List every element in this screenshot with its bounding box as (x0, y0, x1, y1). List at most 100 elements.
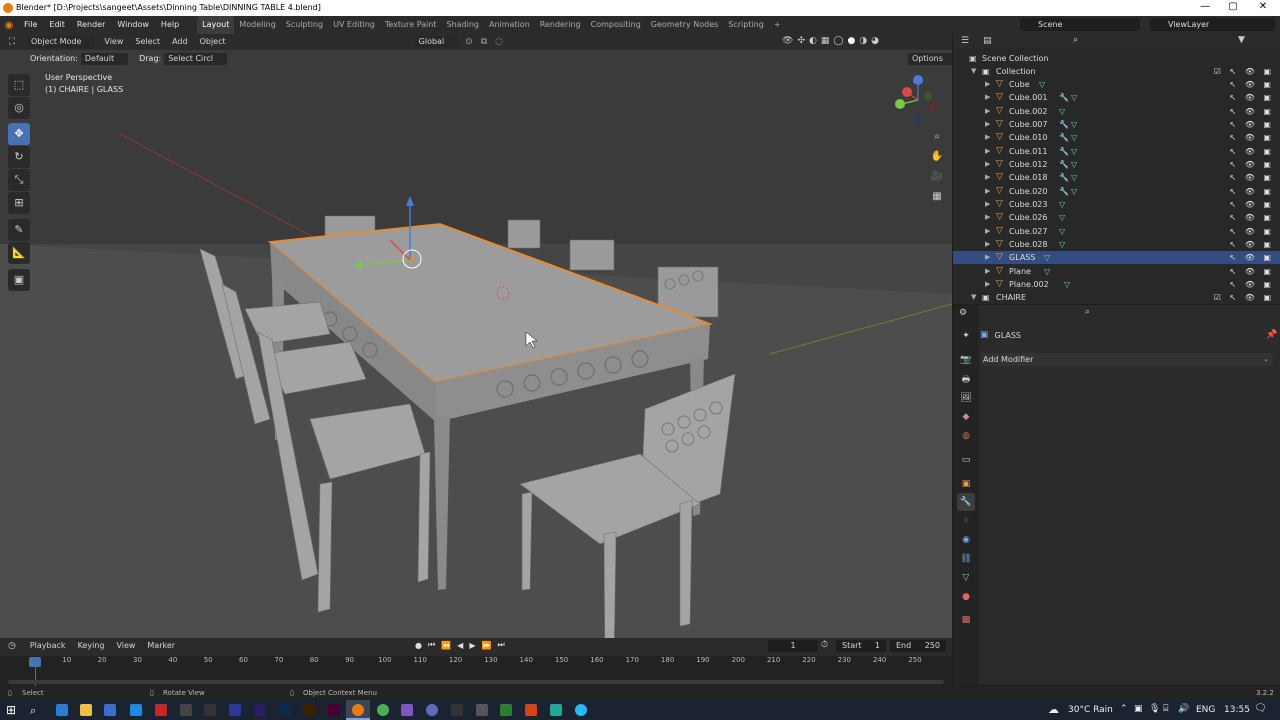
play-icon[interactable]: ▶ (469, 641, 475, 650)
visibility-toggle-icons[interactable]: ↖ 👁 ▣ (1229, 171, 1274, 184)
outliner-search-icon[interactable]: ⌕ (1073, 35, 1078, 45)
collection-expand-icon[interactable]: ▼ (971, 65, 976, 78)
tab-sculpting[interactable]: Sculpting (281, 16, 328, 34)
mesh-data-icon[interactable]: ▽ (1064, 278, 1070, 291)
visibility-toggle-icons[interactable]: ↖ 👁 ▣ (1229, 211, 1274, 224)
outliner-object-name[interactable]: Cube.012 (1009, 158, 1047, 171)
outliner-object-row[interactable]: ▶ ▽ Cube.020 🔧 ▽ ↖ 👁 ▣ (953, 185, 1280, 198)
outliner-object-name[interactable]: Cube.020 (1009, 185, 1047, 198)
visibility-toggle-icons[interactable]: ↖ 👁 ▣ (1229, 131, 1274, 144)
outliner-object-row[interactable]: ▶ ▽ Cube.028 ▽ ↖ 👁 ▣ (953, 238, 1280, 251)
output-tab-icon[interactable]: 🖶 (957, 371, 975, 389)
expand-arrow-icon[interactable]: ▶ (985, 251, 990, 264)
timeline-scrubber[interactable]: 1102030405060708090100110120130140150160… (0, 656, 952, 686)
visibility-toggle-icons[interactable]: ↖ 👁 ▣ (1229, 105, 1274, 118)
start-button-icon[interactable]: ⊞ (6, 703, 16, 717)
gizmo-toggle-icon[interactable]: ✣ (797, 36, 805, 46)
visibility-toggle-icons[interactable]: ↖ 👁 ▣ (1229, 145, 1274, 158)
app-icon-cut[interactable] (451, 704, 463, 716)
outliner-object-name[interactable]: Plane (1009, 265, 1031, 278)
visibility-toggle-icons[interactable]: ↖ 👁 ▣ (1229, 251, 1274, 264)
object-tab-icon[interactable]: ▣ (957, 475, 975, 493)
mesh-data-icon[interactable]: ▽ (1071, 185, 1077, 198)
editor-type-icon[interactable]: ⛶ (0, 37, 24, 47)
scene-tab-icon[interactable]: ◆ (957, 408, 975, 426)
expand-arrow-icon[interactable]: ▶ (985, 145, 990, 158)
menu-keying[interactable]: Keying (72, 638, 111, 654)
outliner-object-row[interactable]: ▶ ▽ Cube.010 🔧 ▽ ↖ 👁 ▣ (953, 131, 1280, 144)
outliner-object-row[interactable]: ▶ ▽ Cube.012 🔧 ▽ ↖ 👁 ▣ (953, 158, 1280, 171)
texture-tab-icon[interactable]: ▩ (957, 611, 975, 629)
outliner-object-name[interactable]: Plane.002 (1009, 278, 1049, 291)
clock-icon[interactable]: ⏱ (821, 640, 828, 650)
taskbar-search-icon[interactable]: ⌕ (30, 704, 36, 718)
outliner-object-name[interactable]: GLASS (1009, 251, 1035, 264)
outliner-object-row[interactable]: ▶ ▽ GLASS ▽ ↖ 👁 ▣ (953, 251, 1280, 265)
modifier-tab-icon[interactable]: 🔧 (957, 493, 975, 511)
shading-solid-icon[interactable]: ● (847, 36, 855, 46)
transform-orientation-dropdown[interactable]: Global (414, 36, 459, 48)
tab-modeling[interactable]: Modeling (234, 16, 280, 34)
world-tab-icon[interactable]: ◍ (957, 427, 975, 445)
outliner-object-row[interactable]: ▶ ▽ Plane ▽ ↖ 👁 ▣ (953, 265, 1280, 278)
visibility-toggle-icons[interactable]: ↖ 👁 ▣ (1229, 225, 1274, 238)
expand-arrow-icon[interactable]: ▶ (985, 171, 990, 184)
view-layer-field[interactable]: ViewLayer (1150, 18, 1275, 31)
tab-compositing[interactable]: Compositing (586, 16, 646, 34)
menu-view[interactable]: View (98, 34, 129, 50)
menu-playback[interactable]: Playback (24, 638, 72, 654)
properties-search-icon[interactable]: ⌕ (1085, 307, 1090, 317)
jump-end-icon[interactable]: ⏭ (497, 640, 504, 650)
expand-arrow-icon[interactable]: ▶ (985, 131, 990, 144)
volume-icon[interactable]: 🔊 (1178, 704, 1189, 714)
expand-arrow-icon[interactable]: ▶ (985, 78, 990, 91)
rotate-tool[interactable]: ↻ (8, 146, 30, 168)
modifier-icon[interactable]: 🔧 (1059, 91, 1069, 104)
outliner-object-row[interactable]: ▶ ▽ Cube.007 🔧 ▽ ↖ 👁 ▣ (953, 118, 1280, 131)
timeline-editor-icon[interactable]: ◷ (8, 641, 16, 651)
expand-arrow-icon[interactable]: ▶ (985, 198, 990, 211)
menu-help[interactable]: Help (155, 16, 185, 34)
store-icon[interactable] (104, 704, 116, 716)
visibility-toggle-icons[interactable]: ↖ 👁 ▣ (1229, 118, 1274, 131)
expand-arrow-icon[interactable]: ▶ (985, 118, 990, 131)
office-icon[interactable] (155, 704, 167, 716)
move-tool[interactable]: ✥ (8, 123, 30, 145)
tool-tab-icon[interactable]: ✦ (957, 327, 975, 345)
material-tab-icon[interactable]: ● (957, 588, 975, 606)
outliner-object-name[interactable]: Cube.023 (1009, 198, 1047, 211)
modifier-icon[interactable]: 🔧 (1059, 145, 1069, 158)
modifier-icon[interactable]: 🔧 (1059, 118, 1069, 131)
weather-text[interactable]: 30°C Rain (1068, 705, 1113, 715)
visibility-toggle-icons[interactable]: ↖ 👁 ▣ (1229, 185, 1274, 198)
outliner-object-name[interactable]: Cube.001 (1009, 91, 1047, 104)
modifier-icon[interactable]: 🔧 (1059, 185, 1069, 198)
view-layer-selector[interactable]: ViewLayer (1150, 18, 1275, 31)
display-mode-icon[interactable]: ▤ (983, 36, 992, 46)
outliner-object-name[interactable]: Cube.011 (1009, 145, 1047, 158)
timeline-scrollbar[interactable] (8, 680, 944, 684)
premiere-icon[interactable] (254, 704, 266, 716)
scale-tool[interactable]: ⤡ (8, 169, 30, 191)
mode-dropdown[interactable]: Object Mode (27, 36, 96, 48)
mesh-data-icon[interactable]: ▽ (1071, 131, 1077, 144)
select-tool[interactable]: ⬚ (8, 74, 30, 96)
view-layer-tab-icon[interactable]: 🖼 (957, 389, 975, 407)
outliner-object-row[interactable]: ▶ ▽ Cube.002 ▽ ↖ 👁 ▣ (953, 105, 1280, 118)
menu-marker[interactable]: Marker (141, 638, 181, 654)
pivot-icon[interactable]: ⊙ (461, 37, 477, 47)
chaire-expand-icon[interactable]: ▼ (971, 291, 976, 304)
outliner-object-row[interactable]: ▶ ▽ Cube ▽ ↖ 👁 ▣ (953, 78, 1280, 91)
mesh-data-icon[interactable]: ▽ (1071, 158, 1077, 171)
properties-editor-icon[interactable]: ⚙ (959, 308, 967, 318)
modifier-icon[interactable]: 🔧 (1059, 131, 1069, 144)
play-reverse-icon[interactable]: ◀ (457, 641, 463, 650)
menu-window[interactable]: Window (111, 16, 155, 34)
mesh-data-icon[interactable]: ▽ (1071, 171, 1077, 184)
outliner-object-row[interactable]: ▶ ▽ Cube.023 ▽ ↖ 👁 ▣ (953, 198, 1280, 211)
weather-icon[interactable]: ☁ (1048, 703, 1059, 716)
expand-arrow-icon[interactable]: ▶ (985, 238, 990, 251)
transform-tool[interactable]: ⊞ (8, 192, 30, 214)
shading-wireframe-icon[interactable]: ◯ (833, 36, 843, 46)
shading-rendered-icon[interactable]: ◕ (871, 36, 879, 46)
